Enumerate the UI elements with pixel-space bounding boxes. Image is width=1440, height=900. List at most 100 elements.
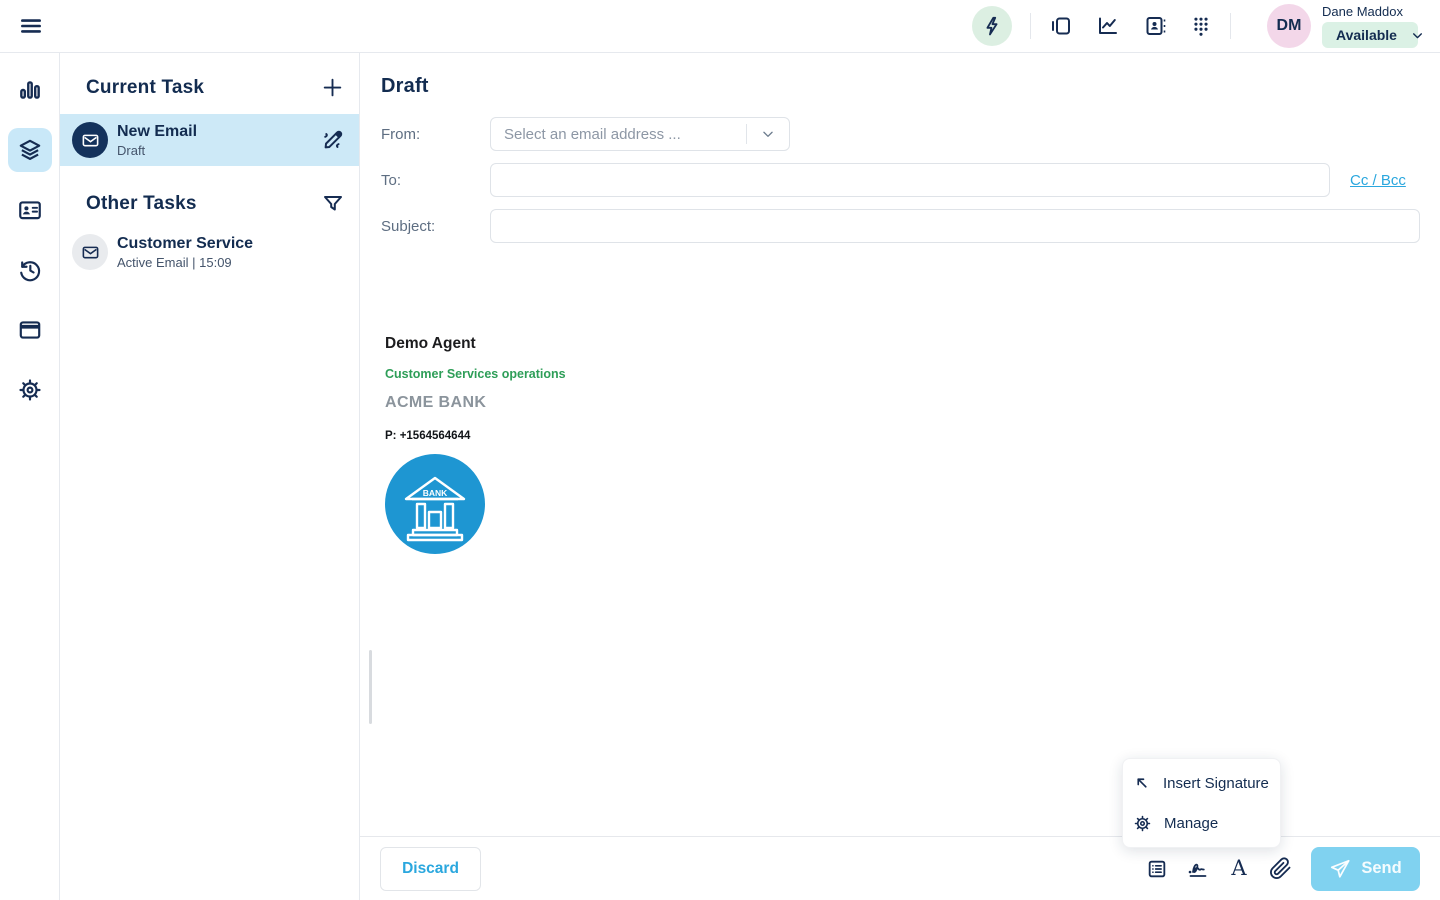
avatar[interactable]: DM [1267, 4, 1311, 48]
composer-toolbar: A [1145, 857, 1292, 881]
cc-bcc-link[interactable]: Cc / Bcc [1350, 172, 1406, 189]
hamburger-icon [18, 13, 44, 39]
chevron-down-icon [1411, 29, 1424, 42]
current-task-title: Current Task [86, 77, 204, 99]
signature-company: ACME BANK [385, 394, 1420, 412]
signature-phone: P: +1564564644 [385, 430, 1420, 442]
paper-plane-icon [1329, 858, 1351, 880]
chevron-down-icon [747, 127, 789, 141]
line-chart-icon [1096, 14, 1120, 38]
quick-actions-button[interactable] [972, 6, 1012, 46]
browser-window-icon [17, 317, 43, 343]
to-input[interactable] [490, 163, 1330, 197]
gear-icon [1133, 814, 1152, 833]
dialpad-icon [1190, 15, 1212, 37]
lightning-icon [972, 6, 1012, 46]
hamburger-menu-button[interactable] [18, 13, 44, 39]
current-task-header: Current Task [60, 53, 359, 114]
add-task-button[interactable] [320, 75, 345, 100]
gear-icon [17, 377, 43, 403]
contacts-button[interactable] [1143, 14, 1167, 38]
sidebar-item-contacts[interactable] [8, 188, 52, 232]
email-header-form: From: Select an email address ... To: Cc… [381, 117, 1420, 243]
sidebar-item-history[interactable] [8, 248, 52, 292]
task-panel: Current Task New Email Draft Othe [60, 53, 360, 900]
task-text: New Email Draft [117, 123, 311, 158]
topbar-icon-group [1049, 14, 1212, 38]
insert-signature-button[interactable] [1186, 857, 1210, 881]
signature-popover: Insert Signature Manage [1122, 758, 1281, 848]
task-item-customer-service[interactable]: Customer Service Active Email | 15:09 [60, 226, 359, 278]
subject-row: Subject: [381, 209, 1420, 243]
analytics-button[interactable] [1096, 14, 1120, 38]
from-label: From: [381, 126, 490, 143]
dialpad-button[interactable] [1190, 15, 1212, 37]
bar-chart-icon [17, 77, 43, 103]
from-row: From: Select an email address ... [381, 117, 1420, 151]
filter-tasks-button[interactable] [321, 192, 345, 216]
layers-icon [17, 137, 43, 163]
task-title: New Email [117, 123, 311, 141]
user-name: Dane Maddox [1322, 4, 1418, 19]
task-subtitle: Active Email | 15:09 [117, 255, 345, 270]
to-row: To: Cc / Bcc [381, 163, 1420, 197]
filter-funnel-icon [321, 192, 345, 216]
history-icon [17, 257, 43, 283]
sidebar-item-settings[interactable] [8, 368, 52, 412]
status-label: Available [1336, 27, 1397, 43]
topbar: DM Dane Maddox Available [0, 0, 1440, 53]
signature-role: Customer Services operations [385, 367, 1420, 381]
side-panels-button[interactable] [1049, 14, 1073, 38]
insert-signature-label: Insert Signature [1163, 775, 1269, 792]
plus-icon [320, 75, 345, 100]
discard-button[interactable]: Discard [380, 847, 481, 891]
sidebar-item-tasks[interactable] [8, 128, 52, 172]
manage-signatures-item[interactable]: Manage [1123, 803, 1280, 843]
signature-name: Demo Agent [385, 335, 1420, 353]
signature-block: Demo Agent Customer Services operations … [385, 335, 1420, 554]
to-label: To: [381, 172, 490, 189]
font-icon: A [1231, 858, 1246, 879]
task-item-new-email[interactable]: New Email Draft [60, 114, 359, 166]
template-list-icon [1146, 858, 1168, 880]
topbar-right-cluster: DM Dane Maddox Available [972, 4, 1418, 48]
email-avatar [72, 234, 108, 270]
other-tasks-title: Other Tasks [86, 193, 197, 215]
topbar-divider [1230, 13, 1231, 39]
templates-button[interactable] [1145, 857, 1169, 881]
signature-icon [1186, 857, 1210, 881]
font-format-button[interactable]: A [1227, 857, 1251, 881]
send-label: Send [1361, 859, 1401, 878]
compose-edit-button[interactable] [320, 128, 345, 153]
subject-label: Subject: [381, 218, 490, 235]
email-avatar [72, 122, 108, 158]
topbar-divider [1030, 13, 1031, 39]
scrollbar-thumb[interactable] [369, 650, 372, 724]
sidebar-item-dashboard[interactable] [8, 68, 52, 112]
contact-card-icon [1143, 14, 1167, 38]
sidebar-item-apps[interactable] [8, 308, 52, 352]
from-select[interactable]: Select an email address ... [490, 117, 790, 151]
contact-card-icon [17, 197, 43, 223]
arrow-up-left-icon [1133, 774, 1151, 792]
attach-file-button[interactable] [1268, 857, 1292, 881]
task-title: Customer Service [117, 235, 345, 253]
bank-logo: BANK [385, 454, 1420, 554]
subject-input[interactable] [490, 209, 1420, 243]
insert-signature-item[interactable]: Insert Signature [1123, 763, 1280, 803]
status-dropdown[interactable]: Available [1322, 22, 1418, 48]
send-button[interactable]: Send [1311, 847, 1420, 891]
pen-icon [320, 128, 345, 153]
user-block: Dane Maddox Available [1322, 4, 1418, 48]
manage-signatures-label: Manage [1164, 815, 1218, 832]
draft-pane: Draft From: Select an email address ... … [360, 53, 1440, 900]
other-tasks-header: Other Tasks [60, 166, 359, 226]
panels-icon [1049, 14, 1073, 38]
from-placeholder: Select an email address ... [491, 126, 746, 143]
task-text: Customer Service Active Email | 15:09 [117, 235, 345, 270]
page-title: Draft [381, 75, 1420, 98]
task-subtitle: Draft [117, 143, 311, 158]
icon-rail [0, 53, 60, 900]
bank-logo-text: BANK [423, 488, 448, 498]
paperclip-icon [1269, 857, 1292, 880]
